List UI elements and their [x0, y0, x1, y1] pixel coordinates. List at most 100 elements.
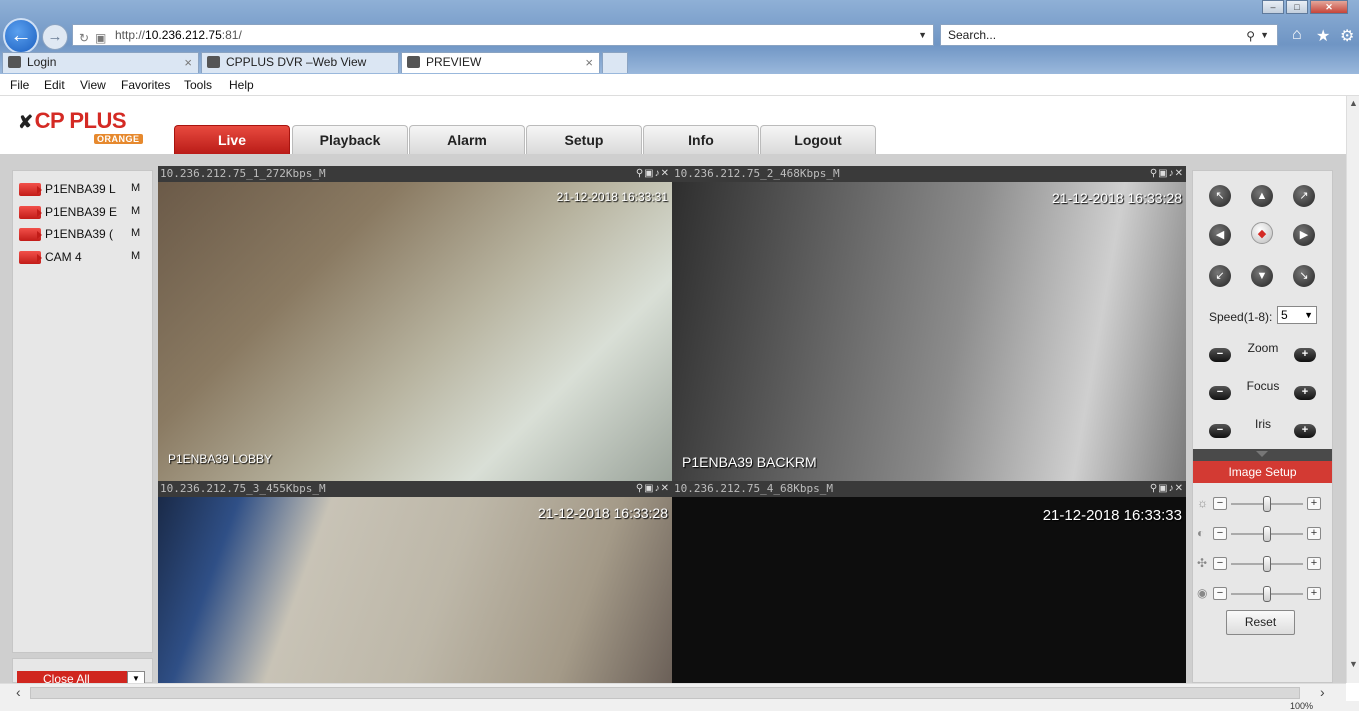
contrast-slider[interactable]: ◐ − + [1197, 524, 1329, 544]
close-window-button[interactable]: ✕ [1310, 0, 1348, 14]
ptz-center-icon[interactable]: ◆ [1251, 222, 1273, 244]
close-view-icon[interactable]: ✕ [1175, 168, 1184, 179]
nav-logout[interactable]: Logout [760, 125, 876, 155]
image-setup-header[interactable]: Image Setup [1193, 461, 1332, 483]
nav-setup[interactable]: Setup [526, 125, 642, 155]
close-view-icon[interactable]: ✕ [661, 168, 670, 179]
camera-mode[interactable]: M [131, 205, 140, 217]
scroll-thumb[interactable] [30, 687, 1300, 699]
camera-mode[interactable]: M [131, 250, 140, 262]
forward-button[interactable]: → [42, 24, 68, 50]
minimize-button[interactable]: – [1262, 0, 1284, 14]
video-view-1[interactable]: 10.236.212.75_1_272Kbps_M ⚲▣♪✕ 21-12-201… [158, 166, 672, 481]
nav-alarm[interactable]: Alarm [409, 125, 525, 155]
search-icon[interactable]: ⚲ [1246, 26, 1255, 46]
reset-button[interactable]: Reset [1226, 610, 1295, 635]
favorites-star-icon[interactable]: ★ [1316, 26, 1330, 46]
nav-playback[interactable]: Playback [292, 125, 408, 155]
search-box[interactable]: Search... ⚲ ▼ [940, 24, 1278, 46]
zoom-out-button[interactable]: − [1209, 348, 1231, 362]
scroll-down-icon[interactable]: ▼ [1349, 659, 1358, 669]
zoom-level[interactable]: 100% [1290, 701, 1313, 711]
zoom-view-icon[interactable]: ⚲ [636, 483, 644, 494]
search-dropdown-icon[interactable]: ▼ [1260, 25, 1269, 45]
saturation-slider[interactable]: ✣ − + [1197, 554, 1329, 574]
zoom-in-button[interactable]: + [1294, 348, 1316, 362]
focus-plus-button[interactable]: + [1294, 386, 1316, 400]
vertical-scrollbar[interactable]: ▲ ▼ [1346, 96, 1359, 683]
collapse-divider[interactable] [1193, 449, 1332, 461]
iris-minus-button[interactable]: − [1209, 424, 1231, 438]
ptz-up-left-icon[interactable]: ↖ [1209, 185, 1231, 207]
menu-tools[interactable]: Tools [184, 78, 212, 92]
menu-favorites[interactable]: Favorites [121, 78, 170, 92]
slider-knob[interactable] [1263, 586, 1271, 602]
tab-web-view[interactable]: CPPLUS DVR –Web View [201, 52, 399, 73]
zoom-view-icon[interactable]: ⚲ [636, 168, 644, 179]
camera-mode[interactable]: M [131, 227, 140, 239]
zoom-view-icon[interactable]: ⚲ [1150, 483, 1158, 494]
camera-item[interactable]: P1ENBA39 ( M [17, 224, 151, 244]
ptz-down-right-icon[interactable]: ↘ [1293, 265, 1315, 287]
zoom-view-icon[interactable]: ⚲ [1150, 168, 1158, 179]
camera-item[interactable]: P1ENBA39 E M [17, 202, 151, 222]
menu-edit[interactable]: Edit [44, 78, 65, 92]
ptz-left-icon[interactable]: ◀ [1209, 224, 1231, 246]
close-all-dropdown-icon[interactable]: ▼ [127, 671, 145, 683]
video-view-4[interactable]: 10.236.212.75_4_68Kbps_M ⚲▣♪✕ 21-12-2018… [672, 481, 1186, 683]
hue-slider[interactable]: ◉ − + [1197, 584, 1329, 604]
close-view-icon[interactable]: ✕ [1175, 483, 1184, 494]
snapshot-icon[interactable]: ▣ [644, 483, 654, 494]
scroll-left-icon[interactable]: ‹ [16, 684, 21, 700]
camera-item[interactable]: CAM 4 M [17, 247, 151, 267]
speed-select[interactable]: 5 ▼ [1277, 306, 1317, 324]
ptz-up-right-icon[interactable]: ↗ [1293, 185, 1315, 207]
brightness-slider[interactable]: ☼ − + [1197, 494, 1329, 514]
scroll-up-icon[interactable]: ▲ [1349, 98, 1358, 108]
hue-minus-button[interactable]: − [1213, 587, 1227, 600]
video-view-2[interactable]: 10.236.212.75_2_468Kbps_M ⚲▣♪✕ 21-12-201… [672, 166, 1186, 481]
close-all-button[interactable]: Close All [17, 671, 127, 683]
nav-info[interactable]: Info [643, 125, 759, 155]
tab-close-icon[interactable]: × [184, 53, 192, 72]
maximize-button[interactable]: □ [1286, 0, 1308, 14]
menu-file[interactable]: File [10, 78, 29, 92]
focus-minus-button[interactable]: − [1209, 386, 1231, 400]
tab-preview[interactable]: PREVIEW × [401, 52, 600, 73]
horizontal-scrollbar[interactable]: ‹ › [0, 683, 1346, 701]
snapshot-icon[interactable]: ▣ [644, 168, 654, 179]
camera-item[interactable]: P1ENBA39 L M [17, 179, 151, 199]
video-view-3[interactable]: 10.236.212.75_3_455Kbps_M ⚲▣♪✕ 21-12-201… [158, 481, 672, 683]
brightness-minus-button[interactable]: − [1213, 497, 1227, 510]
new-tab-button[interactable] [602, 52, 628, 73]
ptz-down-left-icon[interactable]: ↙ [1209, 265, 1231, 287]
snapshot-icon[interactable]: ▣ [1158, 483, 1168, 494]
back-button[interactable]: ← [3, 18, 39, 54]
slider-knob[interactable] [1263, 556, 1271, 572]
ptz-right-icon[interactable]: ▶ [1293, 224, 1315, 246]
iris-plus-button[interactable]: + [1294, 424, 1316, 438]
ptz-up-icon[interactable]: ▲ [1251, 185, 1273, 207]
scroll-right-icon[interactable]: › [1320, 684, 1325, 700]
nav-live[interactable]: Live [174, 125, 290, 155]
refresh-icon[interactable]: ↻ [79, 28, 89, 48]
camera-mode[interactable]: M [131, 182, 140, 194]
menu-view[interactable]: View [80, 78, 106, 92]
tab-login[interactable]: Login × [2, 52, 199, 73]
brightness-plus-button[interactable]: + [1307, 497, 1321, 510]
home-icon[interactable]: ⌂ [1292, 26, 1302, 44]
address-bar[interactable]: ↻ ▣ http://10.236.212.75:81/ ▼ [72, 24, 934, 46]
contrast-plus-button[interactable]: + [1307, 527, 1321, 540]
saturation-plus-button[interactable]: + [1307, 557, 1321, 570]
ptz-down-icon[interactable]: ▼ [1251, 265, 1273, 287]
contrast-minus-button[interactable]: − [1213, 527, 1227, 540]
address-dropdown-icon[interactable]: ▼ [918, 25, 927, 45]
saturation-minus-button[interactable]: − [1213, 557, 1227, 570]
slider-knob[interactable] [1263, 526, 1271, 542]
tab-close-icon[interactable]: × [585, 53, 593, 72]
hue-plus-button[interactable]: + [1307, 587, 1321, 600]
slider-knob[interactable] [1263, 496, 1271, 512]
settings-gear-icon[interactable]: ⚙ [1340, 26, 1354, 46]
snapshot-icon[interactable]: ▣ [1158, 168, 1168, 179]
menu-help[interactable]: Help [229, 78, 254, 92]
